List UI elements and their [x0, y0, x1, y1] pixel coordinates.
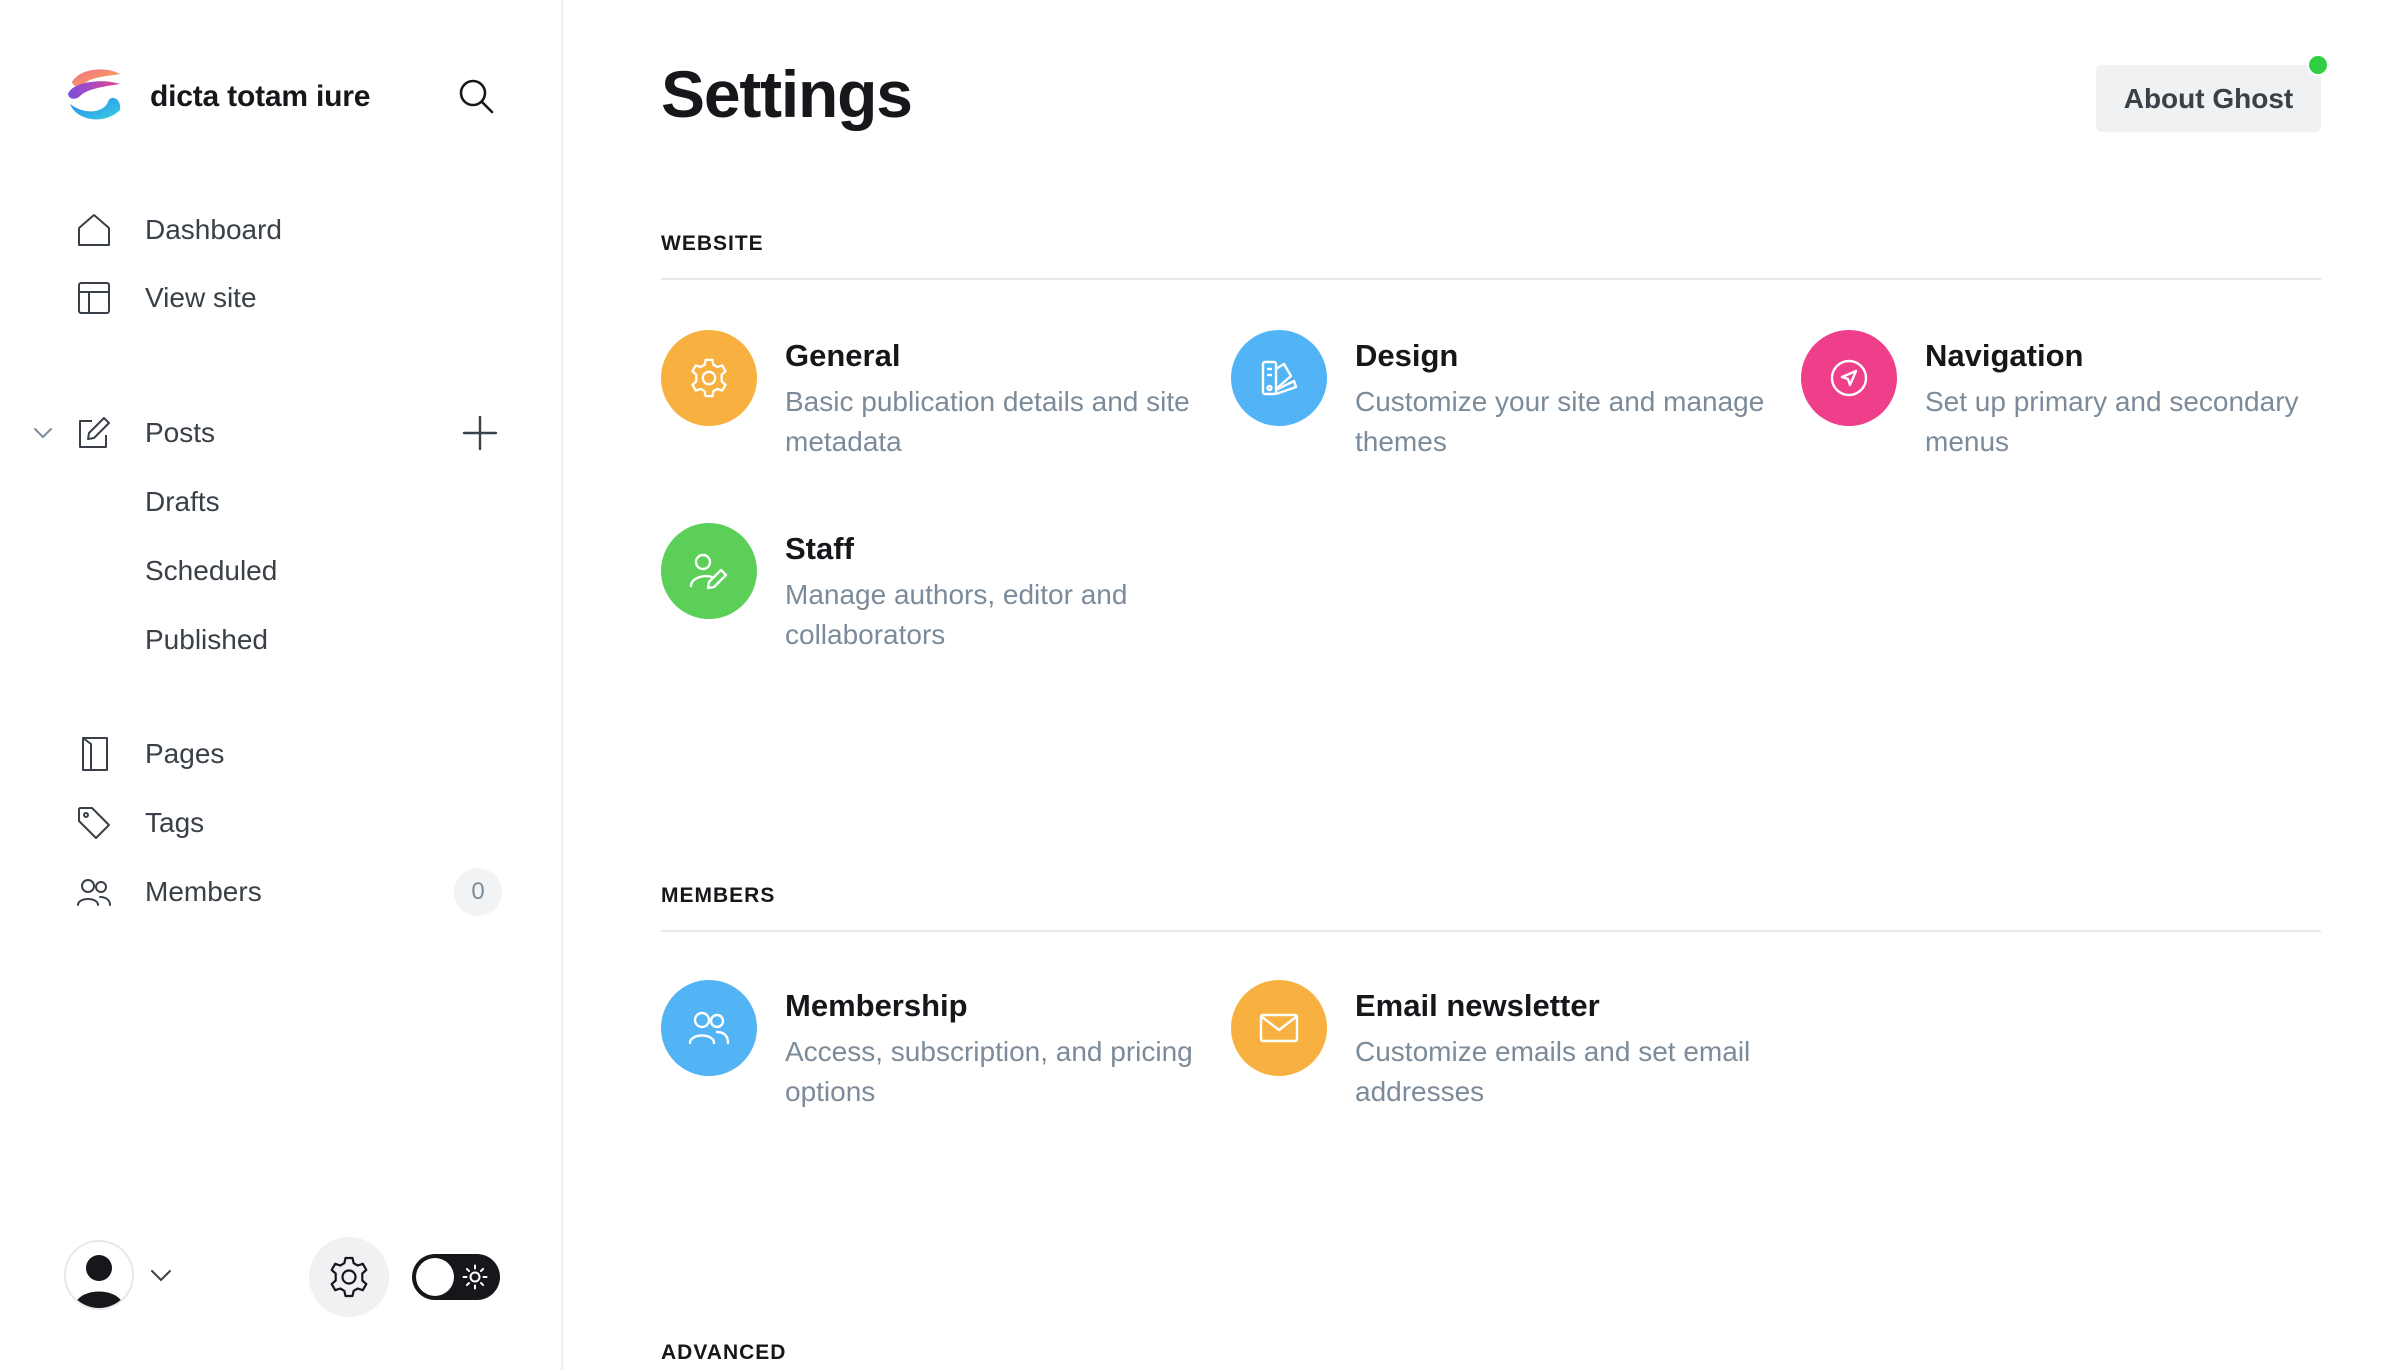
sidebar-item-label: Members: [145, 876, 262, 907]
sidebar-item-label: Posts: [145, 417, 216, 448]
dark-mode-toggle[interactable]: [412, 1254, 500, 1300]
page-icon: [74, 734, 114, 774]
compass-icon: [1801, 330, 1897, 426]
new-post-button[interactable]: [458, 411, 502, 455]
layout-icon: [74, 278, 114, 318]
settings-button[interactable]: [309, 1237, 389, 1317]
sidebar-item-scheduled[interactable]: Scheduled: [0, 541, 563, 601]
chevron-down-icon[interactable]: [30, 420, 56, 446]
settings-card-general[interactable]: General Basic publication details and si…: [661, 330, 1201, 470]
edit-icon: [74, 413, 114, 453]
sidebar-item-dashboard[interactable]: Dashboard: [0, 200, 563, 260]
settings-card-membership[interactable]: Membership Access, subscription, and pri…: [661, 980, 1201, 1120]
gear-icon: [661, 330, 757, 426]
user-icon: [74, 1255, 124, 1308]
sun-icon: [462, 1264, 488, 1290]
search-button[interactable]: [454, 74, 498, 118]
members-count-badge: 0: [454, 868, 502, 916]
gear-icon: [330, 1256, 368, 1298]
sidebar-item-label: Scheduled: [145, 555, 278, 586]
tag-icon: [74, 803, 114, 843]
sidebar-footer: [0, 1232, 563, 1322]
sidebar-item-label: Tags: [145, 807, 205, 838]
sidebar-item-label: Pages: [145, 738, 225, 769]
sidebar-item-published[interactable]: Published: [0, 610, 563, 670]
users-icon: [661, 980, 757, 1076]
staff-edit-icon: [661, 523, 757, 619]
chevron-down-icon[interactable]: [148, 1262, 174, 1288]
card-title: Navigation: [1925, 338, 2084, 373]
toggle-knob: [416, 1258, 454, 1296]
card-description: Manage authors, editor and collaborators: [785, 579, 1128, 650]
sidebar-item-drafts[interactable]: Drafts: [0, 472, 563, 532]
settings-card-navigation[interactable]: Navigation Set up primary and secondary …: [1801, 330, 2341, 470]
card-title: Staff: [785, 531, 854, 566]
card-description: Access, subscription, and pricing option…: [785, 1036, 1193, 1107]
sidebar-item-label: View site: [145, 282, 257, 313]
sidebar-item-label: Dashboard: [145, 214, 282, 245]
sidebar-item-members[interactable]: Members 0: [0, 862, 563, 922]
search-icon: [459, 79, 494, 114]
section-title-advanced: ADVANCED: [661, 1341, 787, 1364]
site-brand[interactable]: dicta totam iure: [62, 62, 370, 132]
sidebar-item-posts[interactable]: Posts: [0, 403, 563, 463]
card-description: Basic publication details and site metad…: [785, 386, 1190, 457]
card-description: Customize your site and manage themes: [1355, 386, 1765, 457]
settings-card-staff[interactable]: Staff Manage authors, editor and collabo…: [661, 523, 1201, 663]
section-title-members: MEMBERS: [661, 884, 776, 907]
card-title: Design: [1355, 338, 1459, 373]
sidebar-item-tags[interactable]: Tags: [0, 793, 563, 853]
envelope-icon: [1231, 980, 1327, 1076]
update-indicator-dot: [2307, 54, 2329, 76]
settings-card-email-newsletter[interactable]: Email newsletter Customize emails and se…: [1231, 980, 1771, 1120]
settings-card-design[interactable]: Design Customize your site and manage th…: [1231, 330, 1771, 470]
section-divider: [661, 278, 2321, 280]
page-title: Settings: [661, 57, 913, 131]
sidebar-item-label: Drafts: [145, 486, 220, 517]
card-title: Email newsletter: [1355, 988, 1600, 1023]
card-title: General: [785, 338, 901, 373]
home-icon: [74, 210, 114, 250]
plus-icon: [462, 415, 498, 451]
sidebar-item-label: Published: [145, 624, 268, 655]
site-name: dicta totam iure: [150, 80, 371, 113]
sidebar-item-pages[interactable]: Pages: [0, 724, 563, 784]
user-avatar[interactable]: [64, 1240, 134, 1310]
section-divider: [661, 930, 2321, 932]
site-logo-icon: [68, 69, 121, 120]
sidebar-item-view-site[interactable]: View site: [0, 268, 563, 328]
about-ghost-button[interactable]: About Ghost: [2096, 65, 2321, 132]
card-title: Membership: [785, 988, 968, 1023]
settings-main: Settings About Ghost WEBSITE General Bas…: [565, 0, 2400, 1370]
palette-icon: [1231, 330, 1327, 426]
sidebar: dicta totam iure Dashboard View site Pos…: [0, 0, 563, 1370]
members-icon: [74, 872, 114, 912]
card-description: Set up primary and secondary menus: [1925, 386, 2299, 457]
card-description: Customize emails and set email addresses: [1355, 1036, 1751, 1107]
section-title-website: WEBSITE: [661, 232, 764, 255]
